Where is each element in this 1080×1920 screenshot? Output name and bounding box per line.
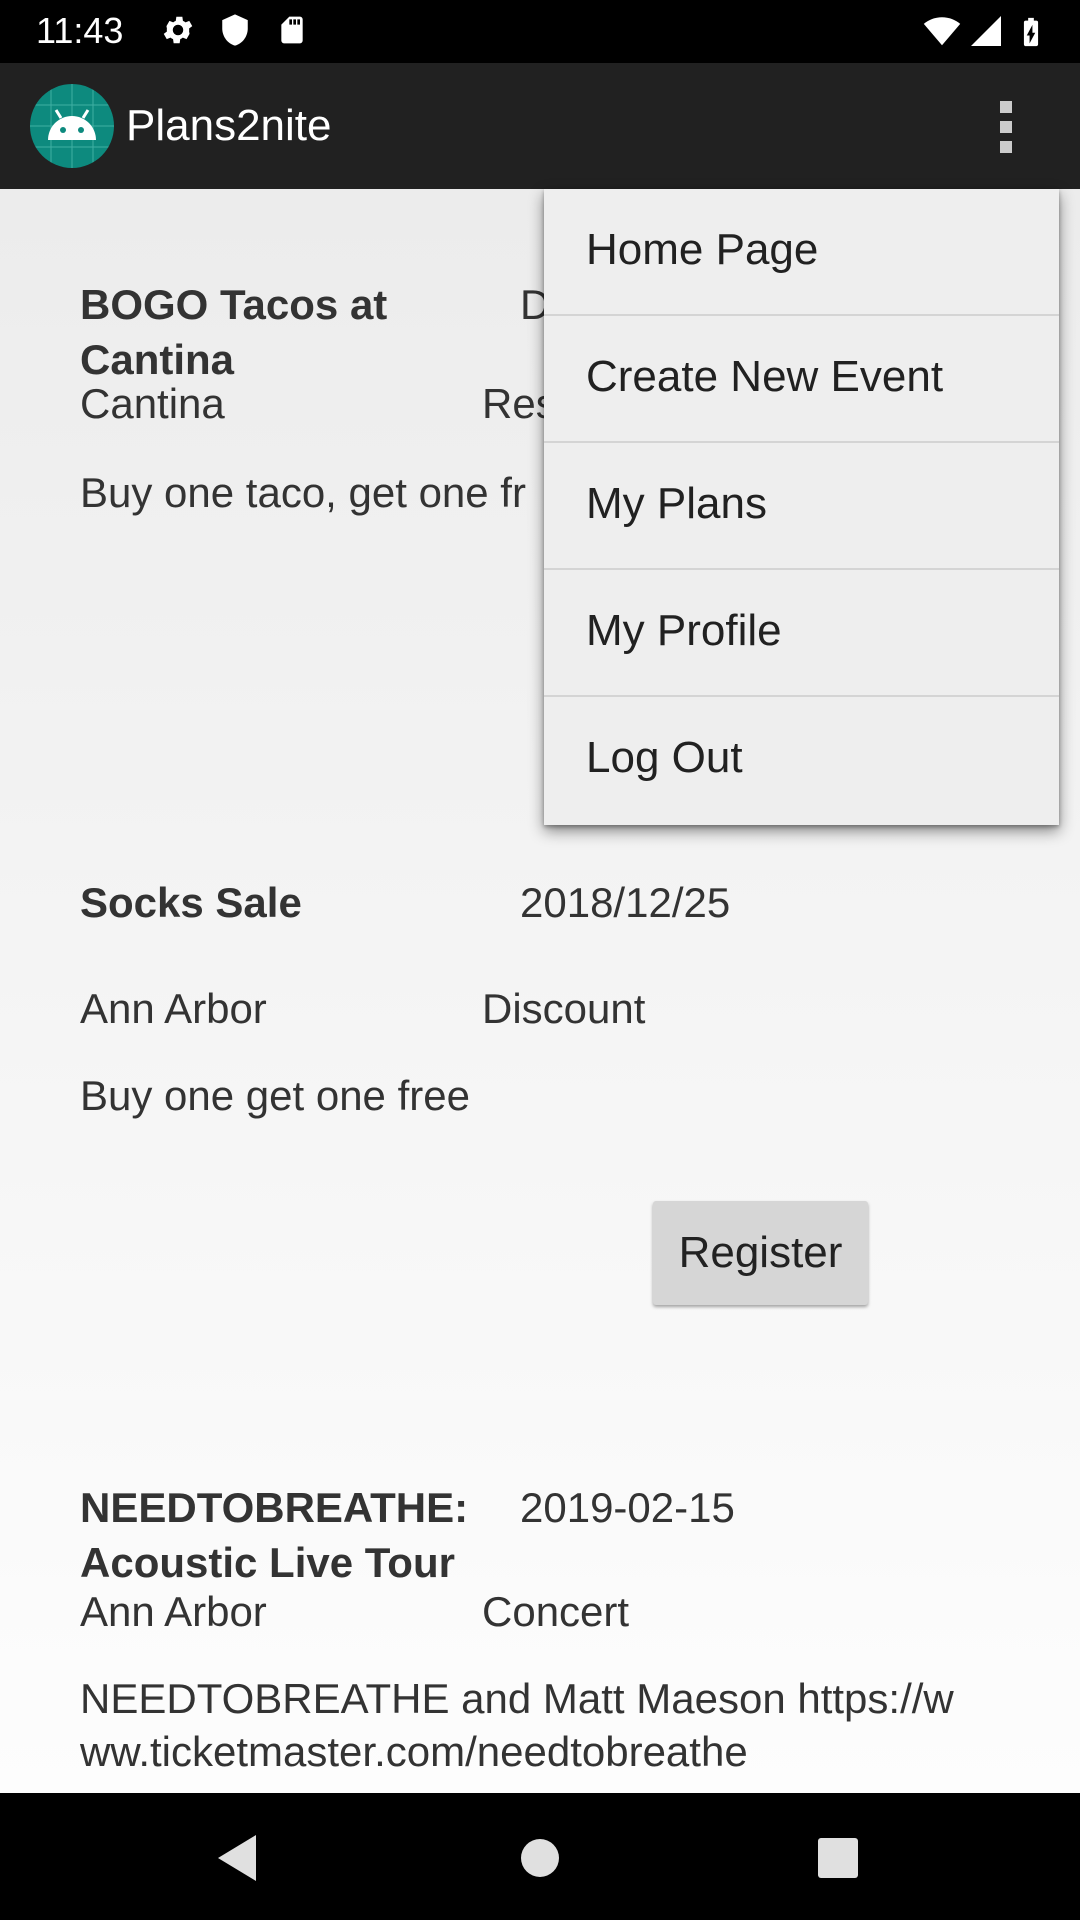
event-type: Discount — [482, 985, 646, 1032]
app-title: Plans2nite — [126, 101, 332, 150]
menu-item-label: Home Page — [586, 225, 819, 274]
menu-item-create-new-event[interactable]: Create New Event — [544, 316, 1059, 443]
event-description: NEEDTOBREATHE and Matt Maeson https://ww… — [80, 1675, 954, 1775]
menu-item-label: My Profile — [586, 606, 782, 655]
menu-item-my-profile[interactable]: My Profile — [544, 570, 1059, 697]
event-date: 2019-02-15 — [520, 1484, 735, 1531]
event-title: Socks Sale — [80, 879, 302, 926]
home-icon[interactable] — [505, 1823, 575, 1893]
menu-item-label: Create New Event — [586, 352, 944, 401]
event-location: Cantina — [80, 380, 225, 427]
overflow-menu: Home Page Create New Event My Plans My P… — [544, 189, 1059, 825]
register-button[interactable]: Register — [653, 1201, 868, 1305]
event-type: Concert — [482, 1588, 630, 1635]
menu-item-my-plans[interactable]: My Plans — [544, 443, 1059, 570]
recents-icon[interactable] — [803, 1823, 873, 1893]
navigation-bar — [0, 1793, 1080, 1920]
menu-item-home-page[interactable]: Home Page — [544, 189, 1059, 316]
menu-item-log-out[interactable]: Log Out — [544, 697, 1059, 824]
app-bar: Plans2nite — [0, 63, 1080, 189]
shield-icon — [222, 14, 248, 46]
event-date: 2018/12/25 — [520, 879, 731, 926]
event-title: BOGO Tacos at Cantina — [80, 281, 388, 383]
sd-card-icon — [281, 16, 303, 44]
back-icon[interactable] — [204, 1823, 274, 1893]
more-vert-icon[interactable] — [980, 91, 1032, 163]
settings-icon — [163, 16, 193, 44]
cell-signal-icon — [971, 16, 1001, 46]
status-bar: 11:43 — [0, 0, 1080, 63]
status-time: 11:43 — [36, 10, 124, 51]
android-icon — [30, 84, 114, 168]
event-location: Ann Arbor — [80, 1588, 267, 1635]
event-description: Buy one get one free — [80, 1072, 470, 1119]
event-title: NEEDTOBREATHE: Acoustic Live Tour — [80, 1484, 469, 1586]
event-location: Ann Arbor — [80, 985, 267, 1032]
wifi-icon — [923, 17, 961, 46]
menu-item-label: My Plans — [586, 479, 767, 528]
battery-charging-icon — [1023, 17, 1039, 47]
menu-item-label: Log Out — [586, 733, 743, 782]
